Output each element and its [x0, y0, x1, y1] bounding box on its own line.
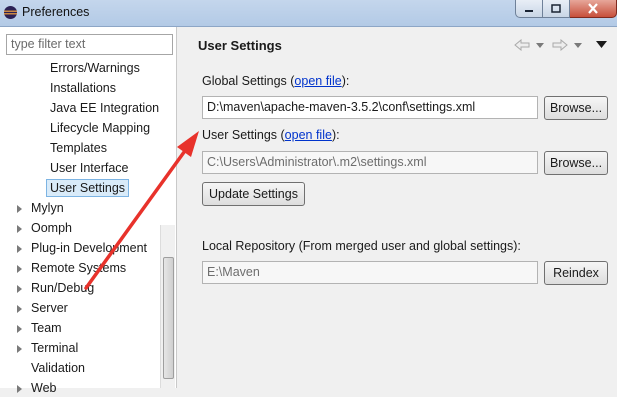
tree-item-plugin-development[interactable]: Plug-in Development — [31, 239, 147, 257]
tree-scrollbar[interactable] — [160, 225, 175, 388]
tree-item-run-debug[interactable]: Run/Debug — [31, 279, 94, 297]
tree-item-templates[interactable]: Templates — [50, 139, 107, 157]
expand-icon[interactable] — [17, 385, 22, 393]
user-browse-button[interactable]: Browse... — [544, 151, 608, 175]
global-settings-field[interactable]: D:\maven\apache-maven-3.5.2\conf\setting… — [202, 96, 538, 119]
title-bar: Preferences — [0, 0, 617, 27]
global-settings-open-file-link[interactable]: open file — [294, 74, 341, 88]
close-button[interactable] — [570, 0, 617, 18]
update-settings-button[interactable]: Update Settings — [202, 182, 305, 206]
maximize-icon — [551, 4, 561, 13]
tree-item-server[interactable]: Server — [31, 299, 68, 317]
eclipse-app-icon — [4, 6, 17, 19]
expand-icon[interactable] — [17, 225, 22, 233]
tree-item-user-interface[interactable]: User Interface — [50, 159, 129, 177]
global-settings-label: Global Settings (open file): — [202, 74, 350, 88]
local-repository-label: Local Repository (From merged user and g… — [202, 239, 521, 253]
user-settings-form: Global Settings (open file): D:\maven\ap… — [187, 63, 617, 388]
expand-icon[interactable] — [17, 325, 22, 333]
forward-arrow-icon[interactable] — [552, 39, 568, 51]
tree-item-team[interactable]: Team — [31, 319, 62, 337]
tree-item-user-settings[interactable]: User Settings — [46, 179, 130, 197]
chevron-down-icon[interactable] — [536, 43, 544, 48]
global-browse-button[interactable]: Browse... — [544, 96, 608, 120]
tree-item-errors-warnings[interactable]: Errors/Warnings — [50, 59, 140, 77]
expand-icon[interactable] — [17, 245, 22, 253]
page-header: User Settings — [187, 27, 617, 63]
tree-item-validation[interactable]: Validation — [31, 359, 85, 377]
user-settings-open-file-link[interactable]: open file — [285, 128, 332, 142]
tree-item-installations[interactable]: Installations — [50, 79, 116, 97]
expand-icon[interactable] — [17, 305, 22, 313]
user-settings-field[interactable]: C:\Users\Administrator\.m2\settings.xml — [202, 151, 538, 174]
tree-item-remote-systems[interactable]: Remote Systems — [31, 259, 126, 277]
user-settings-label: User Settings (open file): — [202, 128, 340, 142]
tree-item-java-ee-integration[interactable]: Java EE Integration — [50, 99, 159, 117]
tree-item-oomph[interactable]: Oomph — [31, 219, 72, 237]
reindex-button[interactable]: Reindex — [544, 261, 608, 285]
local-repository-field: E:\Maven — [202, 261, 538, 284]
preference-tree-panel: type filter text Errors/Warnings Install… — [0, 27, 177, 395]
page-title: User Settings — [198, 38, 282, 53]
minimize-icon — [525, 9, 533, 12]
tree-item-web[interactable]: Web — [31, 379, 56, 397]
tree-item-terminal[interactable]: Terminal — [31, 339, 78, 357]
chevron-down-icon[interactable] — [574, 43, 582, 48]
tree-item-lifecycle-mapping[interactable]: Lifecycle Mapping — [50, 119, 150, 137]
expand-icon[interactable] — [17, 285, 22, 293]
filter-input[interactable]: type filter text — [6, 34, 173, 55]
scrollbar-thumb[interactable] — [163, 257, 174, 379]
minimize-button[interactable] — [515, 0, 543, 18]
view-menu-icon[interactable] — [596, 41, 607, 48]
expand-icon[interactable] — [17, 265, 22, 273]
close-icon — [588, 3, 598, 14]
back-arrow-icon[interactable] — [514, 39, 530, 51]
window-title: Preferences — [22, 5, 90, 19]
maximize-button[interactable] — [543, 0, 570, 18]
expand-icon[interactable] — [17, 345, 22, 353]
expand-icon[interactable] — [17, 205, 22, 213]
tree-item-mylyn[interactable]: Mylyn — [31, 199, 64, 217]
